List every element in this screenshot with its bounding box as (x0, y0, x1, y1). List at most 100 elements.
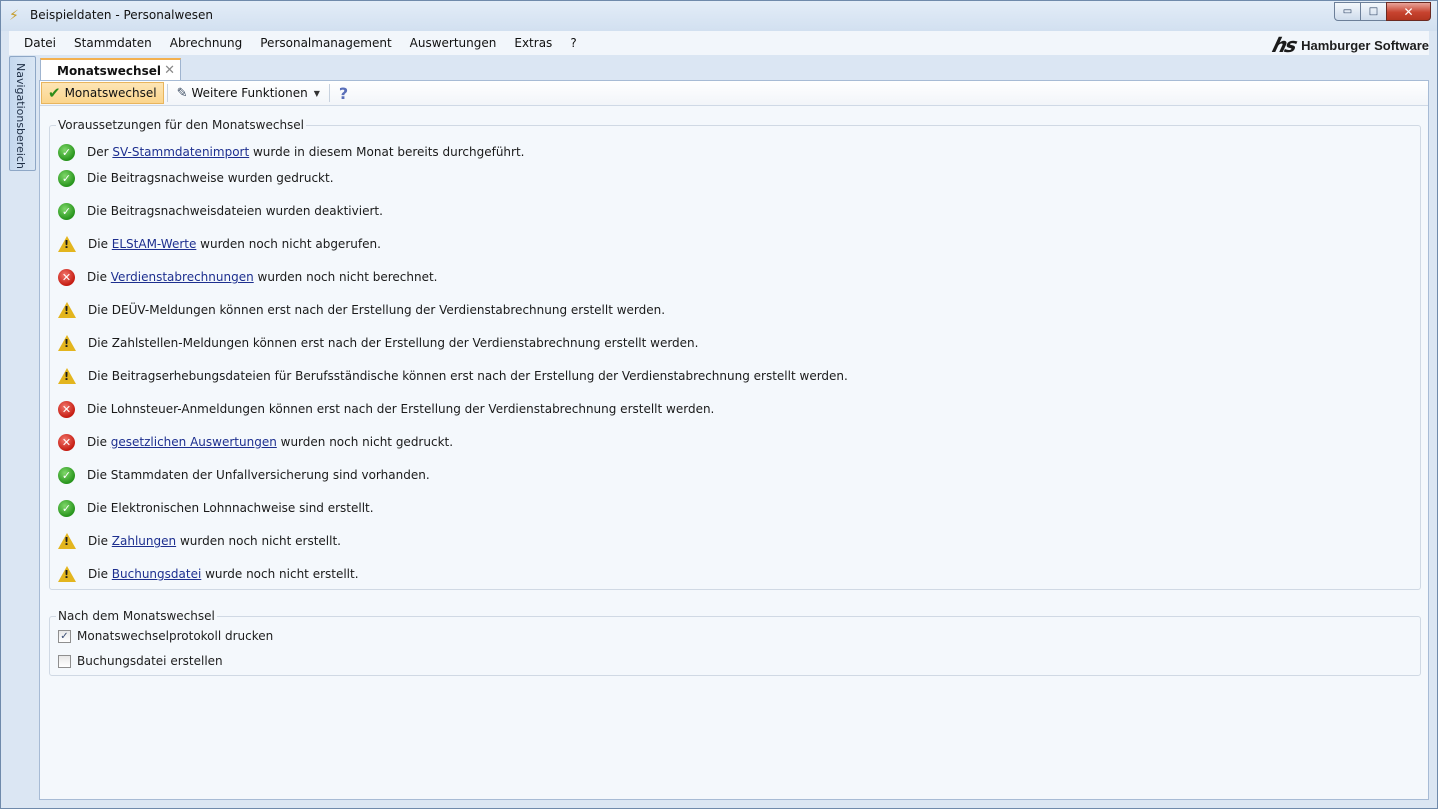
error-icon: ✕ (58, 268, 75, 286)
ok-check-icon: ✓ (58, 499, 75, 517)
requirement-text: Die Stammdaten der Unfallversicherung si… (87, 468, 430, 482)
requirement-text-pre: Die Elektronischen Lohnnachweise sind er… (87, 501, 374, 515)
requirement-link[interactable]: SV-Stammdatenimport (112, 145, 249, 159)
after-group: Nach dem Monatswechsel ✓ Monatswechselpr… (49, 609, 1421, 676)
requirement-link[interactable]: ELStAM-Werte (112, 237, 197, 251)
brand-name: Hamburger Software (1301, 37, 1429, 53)
requirement-link[interactable]: Verdienstabrechnungen (111, 270, 254, 284)
warning-icon: ! (58, 566, 76, 582)
requirement-text-post: wurden noch nicht abgerufen. (196, 237, 381, 251)
requirement-text-pre: Die Beitragserhebungsdateien für Berufss… (88, 369, 848, 383)
menu-auswertungen[interactable]: Auswertungen (401, 36, 506, 50)
monatswechsel-button[interactable]: ✔ Monatswechsel (41, 82, 164, 104)
requirement-text: Die Zahlstellen-Meldungen können erst na… (88, 336, 698, 350)
brand-logo-icon: hs (1269, 33, 1299, 57)
requirement-row: ✓ Die Beitragsnachweise wurden gedruckt. (58, 169, 334, 187)
monatswechsel-button-label: Monatswechsel (64, 86, 157, 100)
requirement-text-post: wurden noch nicht erstellt. (176, 534, 341, 548)
brand: hs Hamburger Software (1269, 33, 1429, 57)
requirement-row: ✓ Die Stammdaten der Unfallversicherung s… (58, 466, 430, 484)
requirement-text-pre: Die Beitragsnachweise wurden gedruckt. (87, 171, 334, 185)
requirement-text: Die gesetzlichen Auswertungen wurden noc… (87, 435, 453, 449)
functions-icon: ✎ (176, 85, 188, 101)
menu-abrechnung[interactable]: Abrechnung (161, 36, 252, 50)
tab-monatswechsel[interactable]: Monatswechsel ✕ (40, 58, 181, 81)
ok-check-icon: ✓ (58, 202, 75, 220)
requirement-text-pre: Die (88, 567, 112, 581)
requirement-link[interactable]: Buchungsdatei (112, 567, 202, 581)
prerequisites-group: Voraussetzungen für den Monatswechsel ✓ D… (49, 118, 1421, 590)
tab-close-icon[interactable]: ✕ (164, 63, 175, 78)
requirement-text: Die Elektronischen Lohnnachweise sind er… (87, 501, 374, 515)
close-icon: ✕ (1403, 4, 1414, 19)
requirement-row: ! Die Beitragserhebungsdateien für Berufs… (58, 367, 848, 385)
dropdown-arrow-icon: ▼ (313, 88, 320, 98)
title-bar: ⚡ Beispieldaten - Personalwesen ▭ □ ✕ (1, 1, 1437, 31)
requirement-row: ✕ Die Lohnsteuer-Anmeldungen können erst … (58, 400, 714, 418)
requirement-text: Die Verdienstabrechnungen wurden noch ni… (87, 270, 438, 284)
requirement-row: ✕ Die gesetzlichen Auswertungen wurden no… (58, 433, 453, 451)
option-monatswechselprotokoll[interactable]: ✓ Monatswechselprotokoll drucken (58, 627, 273, 645)
requirement-text: Die DEÜV-Meldungen können erst nach der … (88, 303, 665, 317)
monatswechsel-panel: ✔ Monatswechsel ✎ Weitere Funktionen ▼ ?… (39, 80, 1429, 800)
warning-icon: ! (58, 368, 76, 384)
menu-datei[interactable]: Datei (9, 36, 65, 50)
minimize-icon: ▭ (1342, 6, 1353, 17)
error-icon: ✕ (58, 400, 75, 418)
toolbar-separator (166, 84, 168, 102)
requirement-row: ✓ Die Beitragsnachweisdateien wurden deak… (58, 202, 383, 220)
requirement-text: Die Beitragsnachweise wurden gedruckt. (87, 171, 334, 185)
requirement-text: Die Lohnsteuer-Anmeldungen können erst n… (87, 402, 714, 416)
requirement-text-pre: Die Beitragsnachweisdateien wurden deakt… (87, 204, 383, 218)
menu-stammdaten[interactable]: Stammdaten (65, 36, 161, 50)
window-controls: ▭ □ ✕ (1334, 2, 1431, 21)
requirement-row: ! Die ELStAM-Werte wurden noch nicht abge… (58, 235, 381, 253)
checkbox-protokoll[interactable]: ✓ (58, 629, 71, 643)
warning-icon: ! (58, 302, 76, 318)
close-button[interactable]: ✕ (1386, 2, 1431, 21)
requirement-text-pre: Die Lohnsteuer-Anmeldungen können erst n… (87, 402, 715, 416)
requirement-link[interactable]: gesetzlichen Auswertungen (111, 435, 277, 449)
requirement-row: ! Die DEÜV-Meldungen können erst nach der… (58, 301, 665, 319)
menu-extras[interactable]: Extras (505, 36, 561, 50)
requirement-text-post: wurde in diesem Monat bereits durchgefüh… (249, 145, 525, 159)
tab-label: Monatswechsel (57, 64, 161, 78)
requirement-text: Die Beitragsnachweisdateien wurden deakt… (87, 204, 383, 218)
minimize-button[interactable]: ▭ (1334, 2, 1361, 21)
requirement-text-pre: Die (87, 270, 111, 284)
option-buchungsdatei[interactable]: Buchungsdatei erstellen (58, 652, 223, 670)
requirement-text-pre: Die Zahlstellen-Meldungen können erst na… (88, 336, 699, 350)
requirement-text: Der SV-Stammdatenimport wurde in diesem … (87, 145, 525, 159)
document-area: Monatswechsel ✕ ✔ Monatswechsel ✎ Weiter… (39, 56, 1429, 800)
navigation-pane-toggle[interactable]: Navigationsbereich (9, 56, 36, 171)
weitere-funktionen-button[interactable]: ✎ Weitere Funktionen ▼ (171, 82, 326, 104)
requirement-text: Die Buchungsdatei wurde noch nicht erste… (88, 567, 359, 581)
window-title: Beispieldaten - Personalwesen (30, 8, 213, 22)
requirement-text: Die Zahlungen wurden noch nicht erstellt… (88, 534, 341, 548)
requirement-row: ✕ Die Verdienstabrechnungen wurden noch n… (58, 268, 438, 286)
requirement-link[interactable]: Zahlungen (112, 534, 176, 548)
help-icon[interactable]: ? (333, 84, 354, 103)
ok-check-icon: ✓ (58, 169, 75, 187)
menu-help[interactable]: ? (561, 36, 585, 50)
checkbox-buchungsdatei[interactable] (58, 654, 71, 668)
warning-icon: ! (58, 236, 76, 252)
prerequisites-title: Voraussetzungen für den Monatswechsel (56, 118, 307, 132)
menu-bar: Datei Stammdaten Abrechnung Personalmana… (9, 31, 1429, 57)
requirement-text-post: wurden noch nicht gedruckt. (276, 435, 454, 449)
tab-strip: Monatswechsel ✕ (39, 56, 1429, 81)
maximize-icon: □ (1368, 6, 1379, 17)
after-title: Nach dem Monatswechsel (56, 609, 217, 623)
warning-icon: ! (58, 533, 76, 549)
toolbar-separator (328, 84, 330, 102)
requirement-row: ! Die Buchungsdatei wurde noch nicht erst… (58, 565, 359, 583)
requirement-text: Die ELStAM-Werte wurden noch nicht abger… (88, 237, 381, 251)
requirement-text-post: wurde noch nicht erstellt. (201, 567, 359, 581)
toolbar: ✔ Monatswechsel ✎ Weitere Funktionen ▼ ? (40, 81, 1428, 106)
menu-personalmanagement[interactable]: Personalmanagement (251, 36, 400, 50)
checkmark-icon: ✔ (48, 84, 61, 102)
requirement-text-pre: Die (88, 237, 112, 251)
requirement-text-pre: Die (88, 534, 112, 548)
weitere-funktionen-label: Weitere Funktionen (191, 86, 308, 100)
maximize-button[interactable]: □ (1360, 2, 1387, 21)
